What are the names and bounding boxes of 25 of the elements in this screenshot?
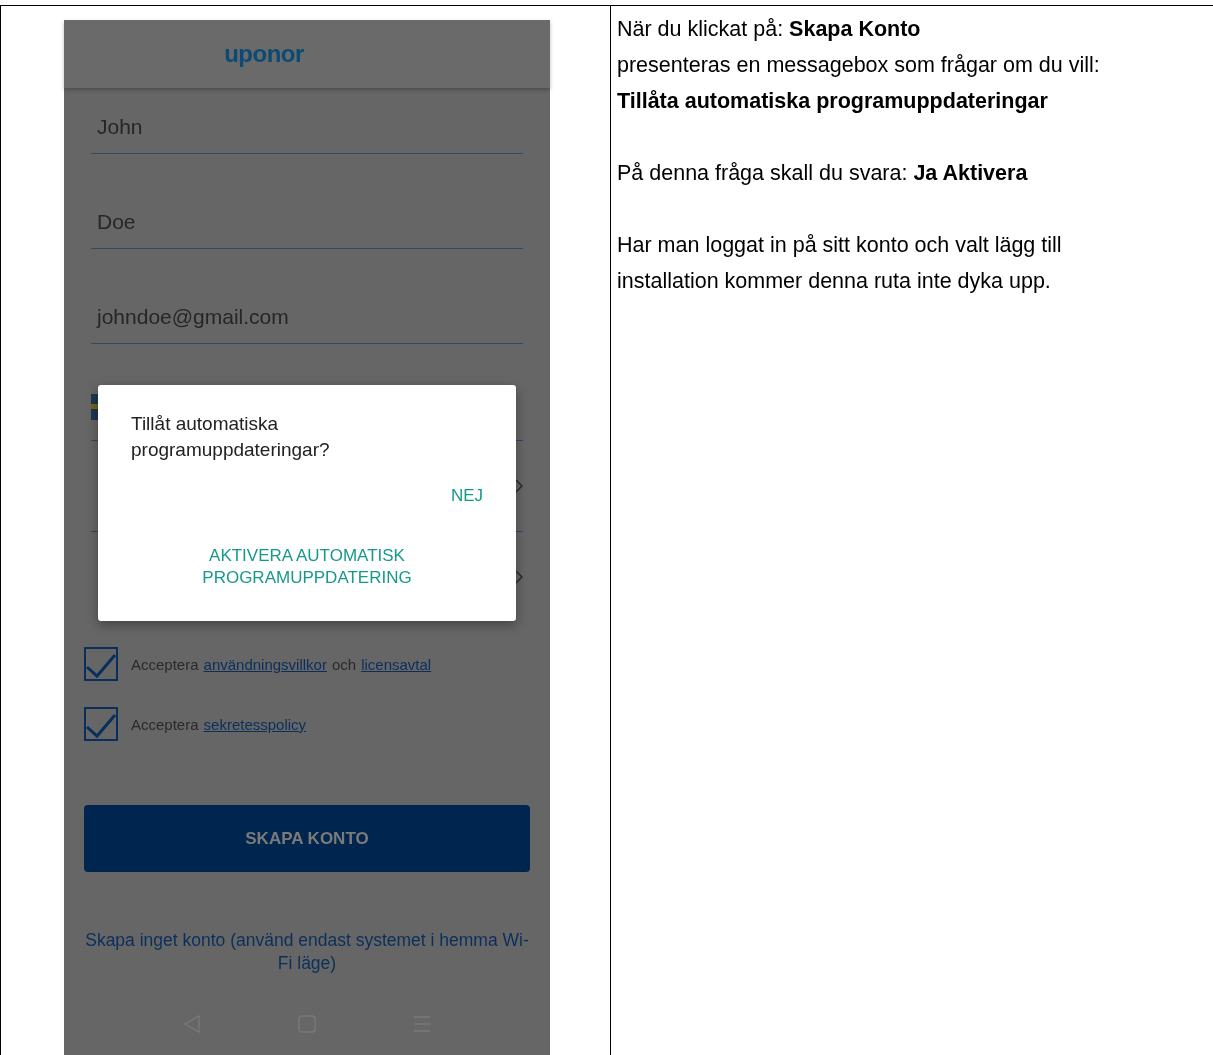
chevron-icon: [515, 570, 523, 584]
terms-link[interactable]: användningsvillkor: [203, 655, 327, 673]
chevron-icon: [515, 479, 523, 493]
dialog-button[interactable]: AKTIVERA AUTOMATISK PROGRAMUPPDATERING: [187, 545, 427, 589]
checkbox-label: och: [331, 655, 357, 673]
dialog-message: Tillåt automatiska programuppdateringar?: [131, 412, 331, 462]
instruction-text: När du klickat på: Skapa Konto: [617, 16, 922, 43]
instruction-text: Tillåta automatiska programuppdateringar: [617, 88, 1049, 115]
instruction-text: På denna fråga skall du svara: Ja Aktivera: [617, 160, 1029, 187]
terms-link[interactable]: sekretesspolicy: [203, 715, 307, 733]
checkbox[interactable]: [84, 707, 118, 741]
instruction-text: presenteras en messagebox som frågar om du vill:: [617, 52, 1100, 79]
terms-link[interactable]: licensavtal: [361, 655, 432, 673]
skip-account-link[interactable]: Skapa inget konto (använd endast systemet i hemma Wi-Fi läge): [84, 929, 530, 975]
instruction-text: Har man loggat in på sitt konto och valt lägg till: [617, 232, 1063, 259]
checkbox[interactable]: [84, 647, 118, 681]
checkbox-label: Acceptera: [131, 655, 199, 673]
text-field[interactable]: johndoe@gmail.com: [91, 249, 523, 344]
dialog-button[interactable]: NEJ: [450, 485, 483, 507]
text-field[interactable]: Doe: [91, 154, 523, 249]
text-field[interactable]: John: [91, 88, 523, 154]
checkbox-label: Acceptera: [131, 715, 199, 733]
instruction-text: installation kommer denna ruta inte dyka upp.: [617, 268, 1052, 295]
logo: uponor: [224, 40, 304, 68]
create-account-button[interactable]: SKAPA KONTO: [84, 805, 530, 872]
